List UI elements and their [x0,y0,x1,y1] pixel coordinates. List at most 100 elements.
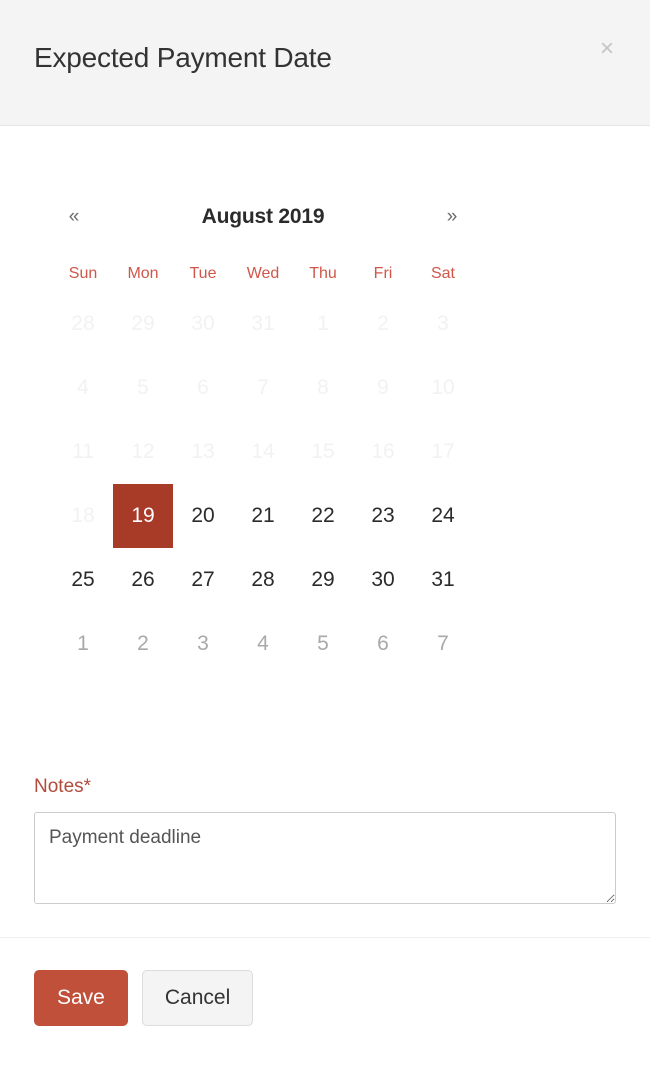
calendar-month-label: August 2019 [201,205,325,228]
calendar-day: 2 [353,292,413,356]
calendar-day: 30 [173,292,233,356]
close-icon[interactable]: × [594,36,620,62]
calendar-day[interactable]: 7 [413,612,473,676]
calendar-day: 15 [293,420,353,484]
calendar-day: 1 [293,292,353,356]
calendar-day: 18 [53,484,113,548]
calendar-day-label: 22 [311,504,335,527]
calendar-day-label: 13 [191,440,215,463]
dialog-body: « August 2019 » Sun Mon Tue Wed Thu Fri Sat 28 2… [0,126,650,938]
calendar-day-label: 6 [197,376,209,399]
calendar-day-label: 28 [71,312,95,335]
calendar-day-label: 7 [257,376,269,399]
next-month-icon[interactable]: » [435,200,469,234]
calendar-day: 11 [53,420,113,484]
calendar-day-label: 21 [251,504,275,527]
dialog-header: Expected Payment Date × [0,0,650,126]
calendar-day-label: 1 [317,312,329,335]
calendar-day[interactable]: 22 [293,484,353,548]
cancel-button[interactable]: Cancel [141,970,254,1026]
calendar-day-label: 4 [257,632,269,655]
calendar-day: 29 [113,292,173,356]
calendar-day[interactable]: 31 [413,548,473,612]
notes-field-group: Notes* [34,776,616,909]
notes-input[interactable] [34,812,616,904]
calendar-weekday-sun: Sun [68,265,98,282]
calendar-day-label: 3 [437,312,449,335]
calendar-day: 9 [353,356,413,420]
calendar-day: 8 [293,356,353,420]
calendar-day[interactable]: 21 [233,484,293,548]
calendar-day-label: 31 [251,312,275,335]
calendar-day[interactable]: 5 [293,612,353,676]
calendar-day[interactable]: 26 [113,548,173,612]
calendar-day-label: 26 [131,568,155,591]
calendar-day-label: 8 [317,376,329,399]
calendar-day-label: 25 [71,568,95,591]
calendar-day-label: 11 [72,440,94,463]
calendar-day-label: 29 [131,312,155,335]
calendar-day: 12 [113,420,173,484]
calendar-weekday-tue: Tue [189,265,217,282]
calendar-day: 6 [173,356,233,420]
calendar-day-label: 10 [431,376,455,399]
calendar-day[interactable]: 27 [173,548,233,612]
calendar-day[interactable]: 24 [413,484,473,548]
calendar-day-label: 12 [131,440,155,463]
calendar-day[interactable]: 29 [293,548,353,612]
calendar-day-label: 9 [377,376,389,399]
calendar-day-label: 2 [137,632,149,655]
notes-label: Notes* [34,776,92,797]
calendar-day-label: 15 [311,440,335,463]
calendar-day[interactable]: 28 [233,548,293,612]
calendar-day: 14 [233,420,293,484]
calendar-day-label: 30 [191,312,215,335]
calendar-day[interactable]: 30 [353,548,413,612]
calendar-day-label: 3 [197,632,209,655]
calendar-day: 5 [113,356,173,420]
calendar-day-label: 5 [317,632,329,655]
calendar-day-label: 24 [431,504,455,527]
calendar-day-label: 20 [191,504,215,527]
calendar-day: 10 [413,356,473,420]
calendar-day-label: 29 [311,568,335,591]
calendar-day: 31 [233,292,293,356]
calendar-weekday-fri: Fri [373,265,393,282]
date-picker: « August 2019 » Sun Mon Tue Wed Thu Fri Sat 28 2… [53,194,473,676]
calendar-day-label: 1 [77,632,89,655]
calendar-day[interactable]: 6 [353,612,413,676]
calendar-day: 7 [233,356,293,420]
prev-month-icon[interactable]: « [57,200,91,234]
calendar-day[interactable]: 20 [173,484,233,548]
calendar-nav: « August 2019 » [53,194,473,240]
calendar-day: 4 [53,356,113,420]
calendar-day[interactable]: 23 [353,484,413,548]
calendar-day-label: 7 [437,632,449,655]
calendar-day[interactable]: 1 [53,612,113,676]
calendar-day-label: 2 [377,312,389,335]
calendar-day-selected[interactable]: 19 [113,484,173,548]
calendar-day[interactable]: 2 [113,612,173,676]
calendar-grid: Sun Mon Tue Wed Thu Fri Sat 28 29 30 31 1 2 3 4 5 6 7 8 9 10… [53,256,473,676]
calendar-day[interactable]: 25 [53,548,113,612]
calendar-day: 17 [413,420,473,484]
calendar-day: 16 [353,420,413,484]
calendar-day-label: 27 [191,568,215,591]
calendar-weekday-thu: Thu [309,265,337,282]
calendar-day[interactable]: 3 [173,612,233,676]
calendar-day[interactable]: 4 [233,612,293,676]
calendar-day-label: 16 [371,440,395,463]
calendar-day-label: 18 [71,504,95,527]
calendar-day: 13 [173,420,233,484]
dialog-title: Expected Payment Date [34,42,332,73]
calendar-day-label: 31 [431,568,455,591]
calendar-day: 28 [53,292,113,356]
expected-payment-date-dialog: Expected Payment Date × « August 2019 » … [0,0,650,1068]
save-button[interactable]: Save [34,970,128,1026]
calendar-day-label: 17 [431,440,455,463]
calendar-day-label: 28 [251,568,275,591]
calendar-day-label: 30 [371,568,395,591]
calendar-day-label: 5 [137,376,149,399]
calendar-day-label: 4 [77,376,89,399]
calendar-weekday-mon: Mon [127,265,159,282]
